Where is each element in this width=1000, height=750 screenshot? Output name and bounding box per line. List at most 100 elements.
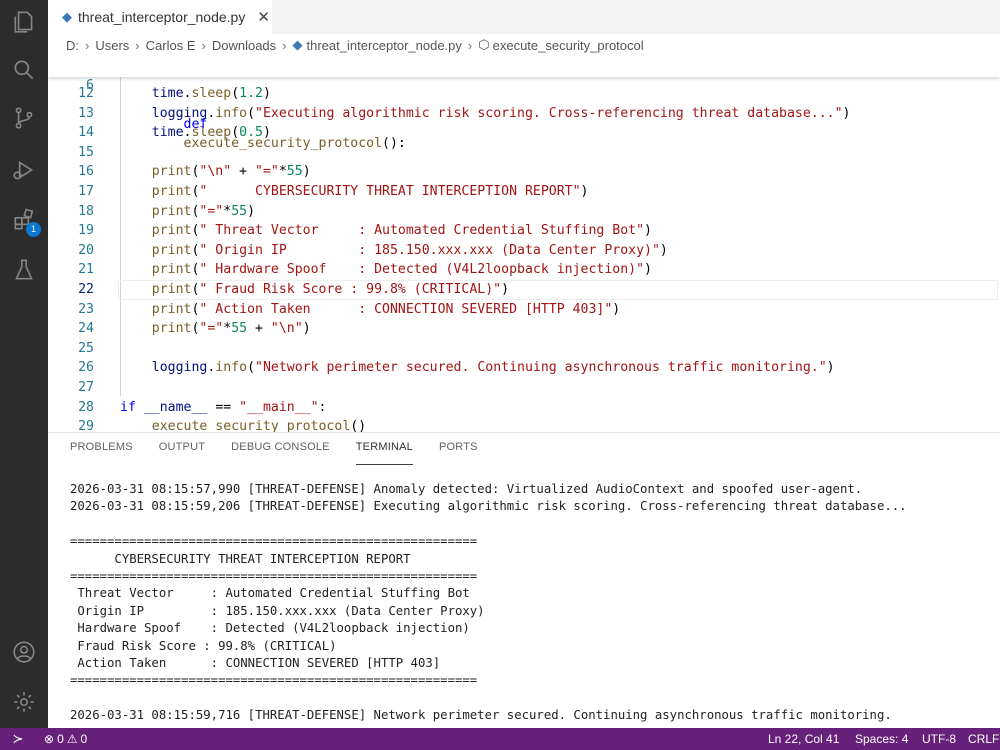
terminal-output[interactable]: 2026-03-31 08:15:57,990 [THREAT-DEFENSE]… xyxy=(70,481,990,724)
line-code: print(" CYBERSECURITY THREAT INTERCEPTIO… xyxy=(151,184,589,199)
code-line[interactable]: 22 print(" Fraud Risk Score : 99.8% (CRI… xyxy=(48,280,1000,300)
code-line[interactable]: 23 print(" Action Taken : CONNECTION SEV… xyxy=(48,300,1000,320)
chevron-right-icon: › xyxy=(85,37,90,53)
breadcrumb-downloads[interactable]: Downloads xyxy=(212,38,276,53)
terminal-line: Fraud Risk Score : 99.8% (CRITICAL) xyxy=(70,638,337,653)
code-line[interactable]: 25 xyxy=(48,339,1000,359)
remote-indicator-icon[interactable]: ≻ xyxy=(0,728,36,750)
tab-label: threat_interceptor_node.py xyxy=(78,9,246,25)
terminal-line: 2026-03-31 08:15:59,716 [THREAT-DEFENSE]… xyxy=(70,708,892,723)
cursor-position[interactable]: Ln 22, Col 41 xyxy=(768,728,839,750)
code-line[interactable]: 28 if __name__ == "__main__": xyxy=(48,398,1000,418)
indentation[interactable]: Spaces: 4 xyxy=(855,728,908,750)
accounts-icon[interactable] xyxy=(8,636,40,668)
terminal-line: 2026-03-31 08:15:59,206 [THREAT-DEFENSE]… xyxy=(70,499,907,514)
terminal-line: ========================================… xyxy=(70,568,478,583)
code-line[interactable]: 17 print(" CYBERSECURITY THREAT INTERCEP… xyxy=(48,182,1000,202)
terminal-line: Threat Vector : Automated Credential Stu… xyxy=(70,586,470,601)
line-number: 6 xyxy=(86,77,94,93)
line-code: print("="*55) xyxy=(151,203,256,219)
terminal-line: ========================================… xyxy=(70,673,478,688)
breadcrumb-drive[interactable]: D: xyxy=(66,38,79,53)
breadcrumb-file[interactable]: threat_interceptor_node.py xyxy=(307,38,462,53)
line-number: 29 xyxy=(78,419,94,432)
tab-ports[interactable]: PORTS xyxy=(439,441,478,465)
settings-icon[interactable] xyxy=(8,686,40,718)
terminal-line: 2026-03-31 08:15:57,990 [THREAT-DEFENSE]… xyxy=(70,482,863,496)
line-number: 15 xyxy=(78,144,94,160)
close-icon[interactable]: ✕ xyxy=(257,8,270,26)
encoding[interactable]: UTF-8 xyxy=(922,728,956,750)
line-code: logging.info("Network perimeter secured.… xyxy=(151,360,835,376)
breadcrumb: D: › Users › Carlos E › Downloads › ◆ th… xyxy=(48,34,1000,56)
warning-count: 0 xyxy=(80,732,88,746)
source-control-icon[interactable] xyxy=(8,102,40,134)
line-number: 18 xyxy=(78,203,94,219)
code-line[interactable]: 24 print("="*55 + "\n") xyxy=(48,319,1000,339)
terminal-line: ========================================… xyxy=(70,534,478,549)
code-editor[interactable]: 6 def execute_security_protocol(): 11log… xyxy=(48,56,1000,432)
tab-terminal[interactable]: TERMINAL xyxy=(355,441,413,465)
line-code: if __name__ == "__main__": xyxy=(120,399,327,415)
breadcrumb-user[interactable]: Carlos E xyxy=(146,38,196,53)
run-debug-icon[interactable] xyxy=(8,154,40,186)
line-code: print(" Threat Vector : Automated Creden… xyxy=(151,223,652,239)
line-code: print("="*55 + "\n") xyxy=(151,321,311,337)
code-line[interactable]: 27 xyxy=(48,378,1000,398)
sticky-scroll-header[interactable]: 6 def execute_security_protocol(): xyxy=(48,56,1000,151)
terminal-line: Action Taken : CONNECTION SEVERED [HTTP … xyxy=(70,655,441,670)
tab-output[interactable]: OUTPUT xyxy=(159,441,205,465)
code-line[interactable]: 20 print(" Origin IP : 185.150.xxx.xxx (… xyxy=(48,241,1000,261)
line-number: 21 xyxy=(78,262,94,278)
error-count: 0 xyxy=(57,732,64,746)
breadcrumb-symbol[interactable]: execute_security_protocol xyxy=(493,38,644,53)
search-icon[interactable] xyxy=(8,54,40,86)
problems-indicator[interactable]: ⊗ 0 ⚠ 0 xyxy=(44,728,90,750)
testing-icon[interactable] xyxy=(8,254,40,286)
extensions-badge: 1 xyxy=(26,222,41,237)
line-ending[interactable]: CRLF xyxy=(968,728,999,750)
python-file-icon: ◆ xyxy=(292,37,303,52)
line-code: print(" Hardware Spoof : Detected (V4L2l… xyxy=(151,262,652,278)
warning-icon: ⚠ xyxy=(66,732,78,746)
line-number: 16 xyxy=(78,164,94,180)
code-line[interactable]: 29 execute_security_protocol() xyxy=(48,417,1000,432)
terminal-line: CYBERSECURITY THREAT INTERCEPTION REPORT xyxy=(70,551,411,566)
tab-debug-console[interactable]: DEBUG CONSOLE xyxy=(231,441,330,465)
status-bar: ≻ ⊗ 0 ⚠ 0 Ln 22, Col 41 Spaces: 4 UTF-8 … xyxy=(0,728,1000,750)
line-number: 25 xyxy=(78,340,94,356)
breadcrumb-users[interactable]: Users xyxy=(95,38,129,53)
tab-threat-interceptor[interactable]: ◆ threat_interceptor_node.py ✕ xyxy=(48,0,272,34)
line-number: 19 xyxy=(78,223,94,239)
panel-tabs: PROBLEMS OUTPUT DEBUG CONSOLE TERMINAL P… xyxy=(70,441,504,465)
method-symbol-icon: ⬡ xyxy=(478,37,490,52)
line-code: print(" Origin IP : 185.150.xxx.xxx (Dat… xyxy=(151,242,668,258)
code-line[interactable]: 26 logging.info("Network perimeter secur… xyxy=(48,358,1000,378)
line-number: 20 xyxy=(78,242,94,258)
python-file-icon: ◆ xyxy=(62,9,72,24)
line-number: 23 xyxy=(78,301,94,317)
line-number: 17 xyxy=(78,184,94,199)
line-number: 27 xyxy=(78,380,94,395)
line-code: execute_security_protocol() xyxy=(151,419,367,432)
terminal-line: Origin IP : 185.150.xxx.xxx (Data Center… xyxy=(70,603,485,618)
tab-problems[interactable]: PROBLEMS xyxy=(70,441,133,465)
line-number: 22 xyxy=(78,282,94,297)
line-number: 26 xyxy=(78,360,94,376)
chevron-right-icon: › xyxy=(201,37,206,53)
code-line[interactable]: 19 print(" Threat Vector : Automated Cre… xyxy=(48,221,1000,241)
keyword-def: def xyxy=(183,116,208,132)
code-line[interactable]: 18 print("="*55) xyxy=(48,202,1000,222)
chevron-right-icon: › xyxy=(135,37,140,53)
line-code: print(" Fraud Risk Score : 99.8% (CRITIC… xyxy=(151,282,510,297)
terminal-line: Hardware Spoof : Detected (V4L2loopback … xyxy=(70,621,470,636)
line-number: 24 xyxy=(78,321,94,337)
code-line[interactable]: 21 print(" Hardware Spoof : Detected (V4… xyxy=(48,260,1000,280)
tab-bar: ◆ threat_interceptor_node.py ✕ xyxy=(48,0,1000,34)
explorer-icon[interactable] xyxy=(8,6,40,38)
line-number: 28 xyxy=(78,399,94,415)
chevron-right-icon: › xyxy=(282,37,287,53)
line-code: print(" Action Taken : CONNECTION SEVERE… xyxy=(151,301,621,317)
